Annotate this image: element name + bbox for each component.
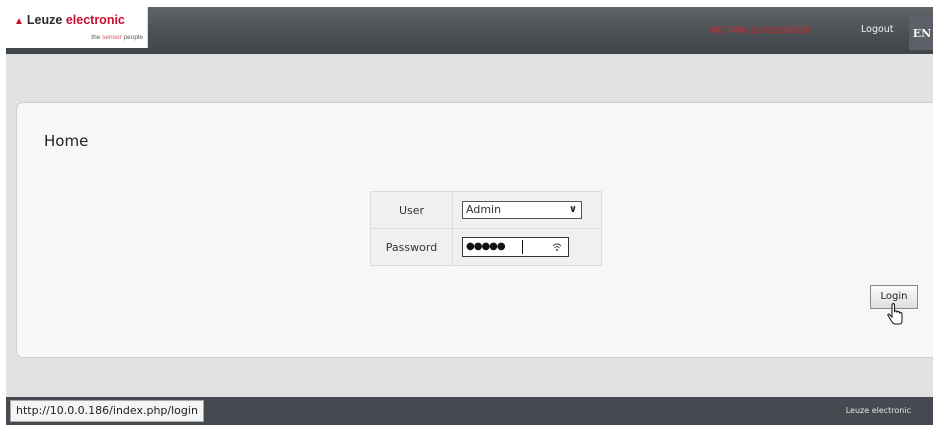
user-select-value: Admin <box>466 203 502 216</box>
mouse-cursor-icon <box>887 303 903 325</box>
footer-brand: Leuze electronic <box>845 406 911 415</box>
browser-status-url: http://10.0.0.186/index.php/login <box>10 400 204 422</box>
user-cell: Admin ∨ <box>452 191 602 229</box>
language-button[interactable]: EN <box>909 16 933 50</box>
home-panel: Home User Admin ∨ Password ●●●●● Login <box>16 102 933 358</box>
page: ▲ Leuze electronic the sensor people WD 7… <box>0 0 933 425</box>
chevron-down-icon: ∨ <box>568 204 577 215</box>
logo-tagline: the sensor people <box>91 34 143 41</box>
password-row: Password ●●●●● <box>370 228 602 266</box>
logo[interactable]: ▲ Leuze electronic the sensor people <box>6 7 148 48</box>
logout-link[interactable]: Logout <box>861 24 894 35</box>
login-form: User Admin ∨ Password ●●●●● <box>370 191 602 266</box>
header-bar: ▲ Leuze electronic the sensor people WD 7… <box>6 7 933 54</box>
password-label: Password <box>370 228 453 266</box>
password-input[interactable]: ●●●●● <box>462 237 569 257</box>
logo-wordmark: ▲ Leuze electronic <box>14 13 125 27</box>
wifi-icon[interactable] <box>552 242 562 252</box>
footer-bar: http://10.0.0.186/index.php/login Leuze … <box>6 397 933 425</box>
user-label: User <box>370 191 453 229</box>
logo-triangle-icon: ▲ <box>14 16 24 27</box>
password-cell: ●●●●● <box>452 228 602 266</box>
password-mask: ●●●●● <box>466 241 506 252</box>
page-title: Home <box>44 132 89 150</box>
user-row: User Admin ∨ <box>370 191 602 229</box>
content-area: Home User Admin ∨ Password ●●●●● Login <box>6 54 933 397</box>
text-caret <box>522 240 523 254</box>
device-status-text: WD 7486 11-02/15/2028 <box>709 25 811 35</box>
user-select[interactable]: Admin ∨ <box>462 201 582 219</box>
